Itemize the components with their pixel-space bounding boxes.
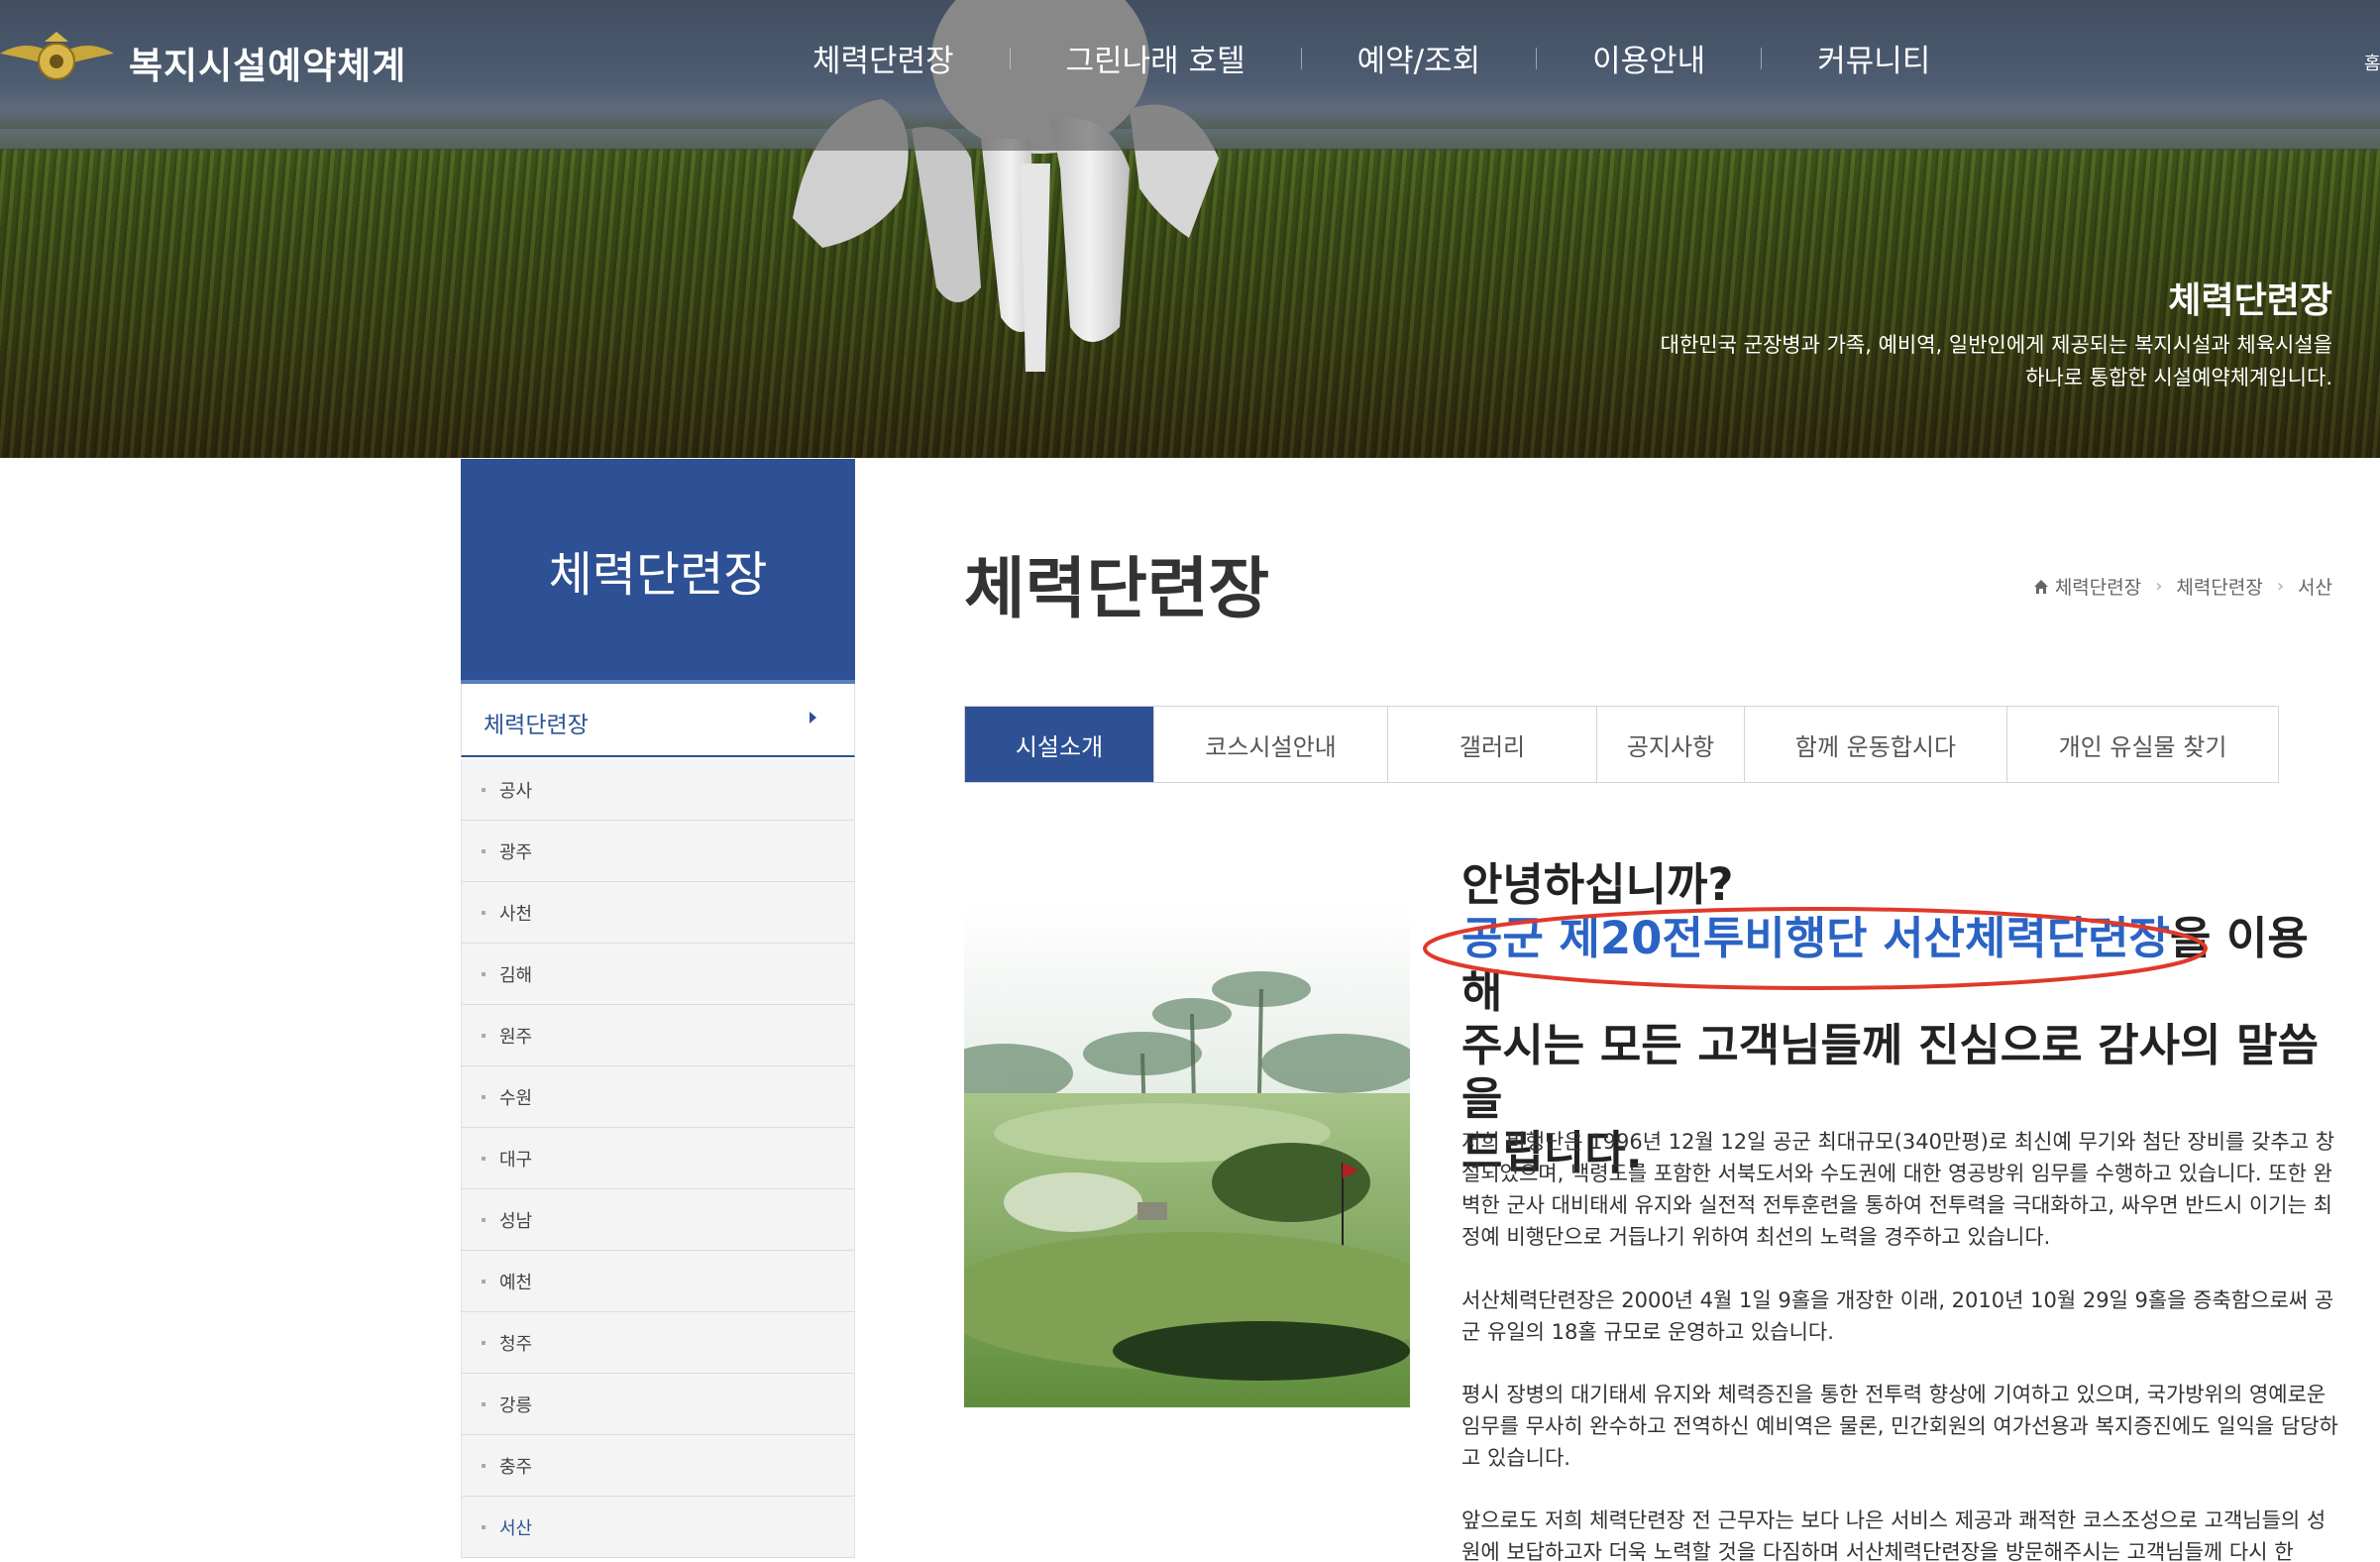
tab-notice[interactable]: 공지사항	[1597, 707, 1745, 782]
breadcrumb-item[interactable]: 서산	[2298, 573, 2332, 600]
bullet-icon	[482, 1095, 486, 1099]
nav-guide[interactable]: 이용안내	[1592, 36, 1705, 80]
sidebar-item-label: 체력단련장	[484, 713, 589, 738]
tab-exercise-together[interactable]: 함께 운동합시다	[1745, 707, 2007, 782]
nav-divider	[1536, 47, 1538, 69]
sidebar-sub-item[interactable]: 수원	[461, 1066, 855, 1128]
bullet-icon	[482, 849, 486, 853]
home-icon[interactable]	[2033, 579, 2049, 595]
bullet-icon	[482, 911, 486, 915]
sidebar-sub-item[interactable]: 성남	[461, 1189, 855, 1251]
nav-divider	[1300, 47, 1302, 69]
bullet-icon	[482, 788, 486, 792]
hero-title: 체력단련장	[2168, 280, 2332, 321]
bullet-icon	[482, 1341, 486, 1345]
sidebar-sub-item[interactable]: 광주	[461, 821, 855, 882]
tab-course-info[interactable]: 코스시설안내	[1154, 707, 1388, 782]
sidebar-sub-item[interactable]: 원주	[461, 1005, 855, 1066]
sidebar-sub-label: 예천	[499, 1273, 533, 1293]
sidebar-sub-item[interactable]: 사천	[461, 882, 855, 944]
nav-reservation[interactable]: 예약/조회	[1357, 36, 1481, 80]
sidebar-sub-item-selected[interactable]: 서산	[461, 1497, 855, 1558]
sidebar-sub-label: 사천	[499, 904, 533, 925]
bullet-icon	[482, 1525, 486, 1529]
sidebar-sub-label: 수원	[499, 1088, 533, 1109]
bullet-icon	[482, 1218, 486, 1222]
breadcrumb-item[interactable]: 체력단련장	[2055, 573, 2141, 600]
hero-description: 대한민국 군장병과 가족, 예비역, 일반인에게 제공되는 복지시설과 체육시설…	[1661, 329, 2332, 394]
sidebar-sub-item[interactable]: 청주	[461, 1312, 855, 1374]
sidebar-sub-label: 청주	[499, 1334, 533, 1355]
golf-course-photo	[964, 905, 1410, 1407]
nav-divider	[1009, 47, 1011, 69]
chevron-right-icon: ›	[2155, 576, 2163, 597]
tab-gallery[interactable]: 갤러리	[1388, 707, 1597, 782]
bullet-icon	[482, 1402, 486, 1406]
bullet-icon	[482, 972, 486, 976]
annotation-circle	[1423, 907, 2208, 990]
main-nav: 체력단련장 그린나래 호텔 예약/조회 이용안내 커뮤니티	[812, 36, 1930, 80]
sidebar-sub-label: 강릉	[499, 1395, 533, 1416]
sidebar-heading: 체력단련장	[461, 459, 855, 680]
sidebar-sub-label: 성남	[499, 1211, 533, 1232]
sidebar-sub-item[interactable]: 충주	[461, 1435, 855, 1497]
content-tabs: 시설소개 코스시설안내 갤러리 공지사항 함께 운동합시다 개인 유실물 찾기	[964, 706, 2279, 783]
sidebar-sub-item[interactable]: 김해	[461, 944, 855, 1005]
bullet-icon	[482, 1034, 486, 1038]
sidebar-sub-item[interactable]: 공사	[461, 759, 855, 821]
sidebar-sub-label: 원주	[499, 1027, 533, 1048]
nav-hotel[interactable]: 그린나래 호텔	[1066, 36, 1245, 80]
nav-fitness-center[interactable]: 체력단련장	[812, 36, 954, 80]
sidebar-item-fitness-center[interactable]: 체력단련장	[461, 684, 855, 757]
hero-description-line: 하나로 통합한 시설예약체계입니다.	[2025, 366, 2332, 390]
intro-paragraph: 평시 장병의 대기태세 유지와 체력증진을 통한 전투력 향상에 기여하고 있으…	[1461, 1383, 2338, 1470]
intro-paragraph: 앞으로도 저희 체력단련장 전 근무자는 보다 나은 서비스 제공과 쾌적한 코…	[1461, 1508, 2326, 1562]
tab-facility-intro[interactable]: 시설소개	[965, 707, 1154, 782]
intro-line: 주시는 모든 고객님들께 진심으로 감사의 말씀을	[1461, 1019, 2319, 1125]
sidebar-sub-label: 광주	[499, 842, 533, 863]
site-title[interactable]: 복지시설예약체계	[129, 36, 406, 89]
bullet-icon	[482, 1280, 486, 1283]
sidebar-sub-label: 충주	[499, 1457, 533, 1478]
bullet-icon	[482, 1464, 486, 1468]
hero-banner: 복지시설예약체계 체력단련장 그린나래 호텔 예약/조회 이용안내 커뮤니티 홈…	[0, 0, 2380, 458]
hero-description-line: 대한민국 군장병과 가족, 예비역, 일반인에게 제공되는 복지시설과 체육시설…	[1660, 333, 2332, 357]
tab-lost-and-found[interactable]: 개인 유실물 찾기	[2007, 707, 2278, 782]
intro-paragraph: 저희 비행단은 1996년 12월 12일 공군 최대규모(340만평)로 최신…	[1461, 1130, 2335, 1249]
breadcrumb: 체력단련장 › 체력단련장 › 서산	[2033, 573, 2332, 600]
intro-paragraph: 서산체력단련장은 2000년 4월 1일 9홀을 개장한 이래, 2010년 1…	[1461, 1288, 2334, 1344]
sidebar-sub-item[interactable]: 예천	[461, 1251, 855, 1312]
sidebar-sub-list: 공사 광주 사천 김해 원주 수원 대구 성남 예천 청주 강릉 충주 서산	[461, 759, 855, 1558]
sidebar-sub-label: 김해	[499, 965, 533, 986]
sidebar-heading-text: 체력단련장	[548, 546, 768, 603]
bullet-icon	[482, 1157, 486, 1161]
sidebar-sub-label: 서산	[499, 1518, 533, 1539]
breadcrumb-item[interactable]: 체력단련장	[2176, 573, 2262, 600]
nav-divider	[1761, 47, 1763, 69]
sidebar-sub-item[interactable]: 강릉	[461, 1374, 855, 1435]
air-force-emblem-icon[interactable]	[0, 24, 114, 93]
sidebar-sub-label: 공사	[499, 781, 533, 802]
page-title: 체력단련장	[964, 550, 1270, 627]
home-link[interactable]: 홈	[2364, 50, 2380, 75]
nav-community[interactable]: 커뮤니티	[1817, 36, 1930, 80]
chevron-right-icon: ›	[2276, 576, 2285, 597]
chevron-right-icon	[810, 712, 816, 724]
sidebar-sub-label: 대구	[499, 1150, 533, 1171]
sidebar-sub-item[interactable]: 대구	[461, 1128, 855, 1189]
